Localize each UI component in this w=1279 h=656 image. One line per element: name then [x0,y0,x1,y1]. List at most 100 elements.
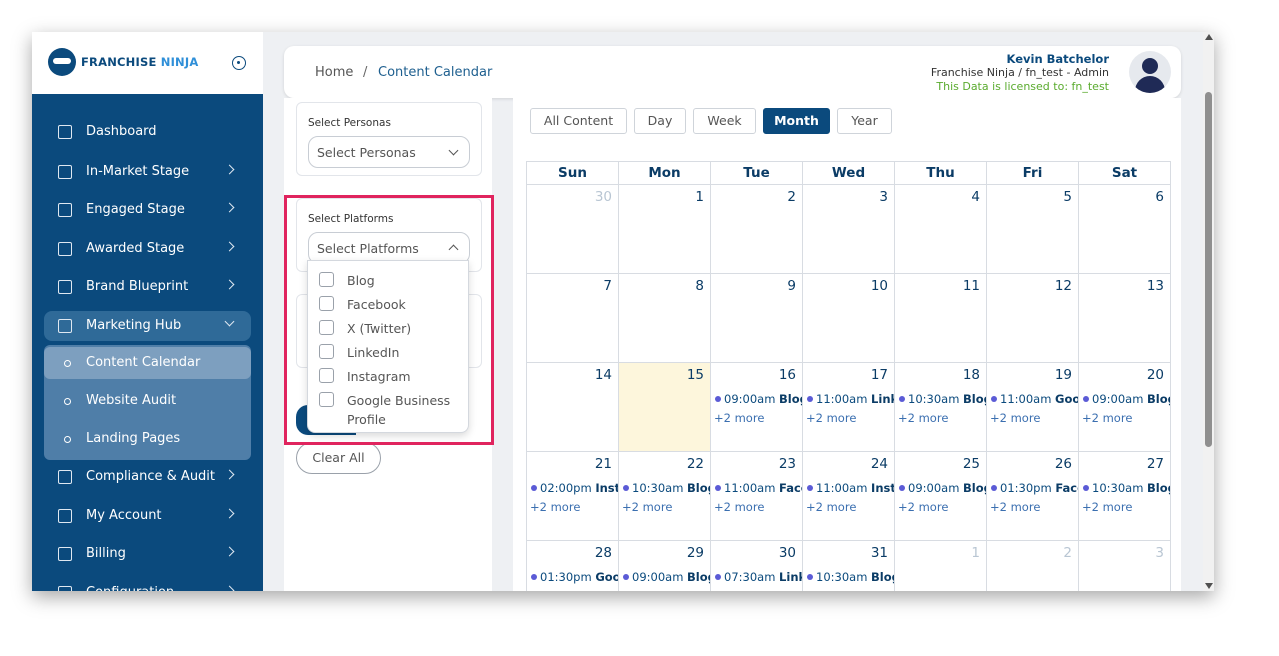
scroll-up-icon[interactable] [1205,34,1213,40]
more-events-link[interactable]: +2 more [714,411,764,425]
collapse-sidebar-icon[interactable] [232,56,246,70]
more-events-link[interactable]: +2 more [530,500,580,514]
more-events-link[interactable]: +2 more [898,500,948,514]
calendar-day-cell[interactable]: 2710:30am Blog+2 more [1078,451,1171,541]
calendar-event[interactable]: 09:00am Blog [1083,392,1170,406]
checkbox[interactable] [319,344,334,359]
calendar-day-cell[interactable]: 2411:00am Insta+2 more [802,451,895,541]
more-events-link[interactable]: +2 more [990,500,1040,514]
calendar-event[interactable]: 09:00am Blog [899,481,986,495]
checkbox[interactable] [319,320,334,335]
submenu-item-landing-pages[interactable]: Landing Pages [44,423,251,455]
calendar-event[interactable]: 07:30am Link [715,570,802,584]
calendar-event[interactable]: 11:00am Facel [715,481,802,495]
calendar-day-cell[interactable]: 9 [710,273,803,363]
breadcrumb-home[interactable]: Home [315,65,353,80]
calendar-event[interactable]: 09:00am Blog [623,570,710,584]
calendar-day-cell[interactable]: 3110:30am Blog [802,540,895,591]
calendar-day-cell[interactable]: 4 [894,184,987,274]
day-number: 15 [686,367,704,383]
calendar-event[interactable]: 10:30am Blog [899,392,986,406]
checkbox[interactable] [319,392,334,407]
checkbox[interactable] [319,296,334,311]
calendar-day-cell[interactable]: 8 [618,273,711,363]
calendar-day-cell[interactable]: 10 [802,273,895,363]
sidebar-item-compliance-audit[interactable]: Compliance & Audit [44,462,251,492]
scroll-down-icon[interactable] [1205,583,1213,589]
scroll-thumb[interactable] [1205,92,1212,447]
circle-bullet-icon [64,436,71,443]
more-events-link[interactable]: +2 more [806,411,856,425]
calendar-event[interactable]: 11:00am Linke [807,392,894,406]
more-events-link[interactable]: +2 more [898,411,948,425]
day-number: 4 [971,189,980,205]
view-year-button[interactable]: Year [837,108,892,134]
calendar-day-cell[interactable]: 6 [1078,184,1171,274]
calendar-day-cell[interactable]: 13 [1078,273,1171,363]
sidebar-item-marketing-hub[interactable]: Marketing Hub [44,311,251,341]
calendar-day-cell[interactable]: 2210:30am Blog+2 more [618,451,711,541]
calendar-day-cell[interactable]: 2311:00am Facel+2 more [710,451,803,541]
submenu-item-content-calendar[interactable]: Content Calendar [44,347,251,379]
more-events-link[interactable]: +2 more [622,500,672,514]
sidebar-item-my-account[interactable]: My Account [44,501,251,531]
calendar-day-cell[interactable]: 30 [526,184,619,274]
scrollbar[interactable] [1203,32,1214,591]
checkbox[interactable] [319,272,334,287]
calendar-day-cell[interactable]: 15 [618,362,711,452]
view-day-button[interactable]: Day [634,108,686,134]
calendar-day-cell[interactable]: 3 [802,184,895,274]
calendar-day-cell[interactable]: 2801:30pm Goog [526,540,619,591]
sidebar-item-billing[interactable]: Billing [44,539,251,569]
more-events-link[interactable]: +2 more [1082,500,1132,514]
calendar-day-cell[interactable]: 14 [526,362,619,452]
calendar-day-cell[interactable]: 2 [986,540,1079,591]
avatar[interactable] [1129,51,1171,93]
calendar-day-cell[interactable]: 3007:30am Link [710,540,803,591]
more-events-link[interactable]: +2 more [714,500,764,514]
view-all-content-button[interactable]: All Content [530,108,627,134]
submenu-item-website-audit[interactable]: Website Audit [44,385,251,417]
calendar-event[interactable]: 11:00am Goog [991,392,1078,406]
calendar-day-cell[interactable]: 1 [618,184,711,274]
view-week-button[interactable]: Week [693,108,756,134]
calendar-event[interactable]: 10:30am Blog [807,570,894,584]
more-events-link[interactable]: +2 more [990,411,1040,425]
calendar-day-cell[interactable]: 2102:00pm Insta+2 more [526,451,619,541]
sidebar-item-engaged-stage[interactable]: Engaged Stage [44,195,251,225]
calendar-event[interactable]: 10:30am Blog [1083,481,1170,495]
more-events-link[interactable]: +2 more [1082,411,1132,425]
calendar-day-cell[interactable]: 7 [526,273,619,363]
sidebar-item-awarded-stage[interactable]: Awarded Stage [44,234,251,264]
sidebar-item-configuration[interactable]: Configuration [44,578,251,591]
calendar-day-cell[interactable]: 2509:00am Blog+2 more [894,451,987,541]
clear-all-button[interactable]: Clear All [296,442,381,474]
sidebar-item-dashboard[interactable]: Dashboard [44,117,251,147]
personas-select[interactable]: Select Personas [308,136,470,168]
calendar-day-cell[interactable]: 1711:00am Linke+2 more [802,362,895,452]
checkbox[interactable] [319,368,334,383]
calendar-event[interactable]: 11:00am Insta [807,481,894,495]
calendar-day-cell[interactable]: 12 [986,273,1079,363]
calendar-event[interactable]: 01:30pm Face [991,481,1078,495]
sidebar-item-in-market-stage[interactable]: In-Market Stage [44,157,251,187]
calendar-event[interactable]: 10:30am Blog [623,481,710,495]
view-month-button[interactable]: Month [763,108,830,134]
calendar-event[interactable]: 02:00pm Insta [531,481,618,495]
calendar-day-cell[interactable]: 3 [1078,540,1171,591]
calendar-day-cell[interactable]: 2009:00am Blog+2 more [1078,362,1171,452]
calendar-day-cell[interactable]: 1911:00am Goog+2 more [986,362,1079,452]
calendar-event[interactable]: 01:30pm Goog [531,570,618,584]
calendar-event[interactable]: 09:00am Blog [715,392,802,406]
sidebar-item-brand-blueprint[interactable]: Brand Blueprint [44,272,251,302]
calendar-day-cell[interactable]: 1609:00am Blog+2 more [710,362,803,452]
calendar-day-cell[interactable]: 2601:30pm Face+2 more [986,451,1079,541]
calendar-day-cell[interactable]: 2909:00am Blog [618,540,711,591]
calendar-day-cell[interactable]: 5 [986,184,1079,274]
sidebar-item-label: Engaged Stage [86,202,185,217]
calendar-day-cell[interactable]: 1 [894,540,987,591]
calendar-day-cell[interactable]: 2 [710,184,803,274]
calendar-day-cell[interactable]: 11 [894,273,987,363]
more-events-link[interactable]: +2 more [806,500,856,514]
calendar-day-cell[interactable]: 1810:30am Blog+2 more [894,362,987,452]
